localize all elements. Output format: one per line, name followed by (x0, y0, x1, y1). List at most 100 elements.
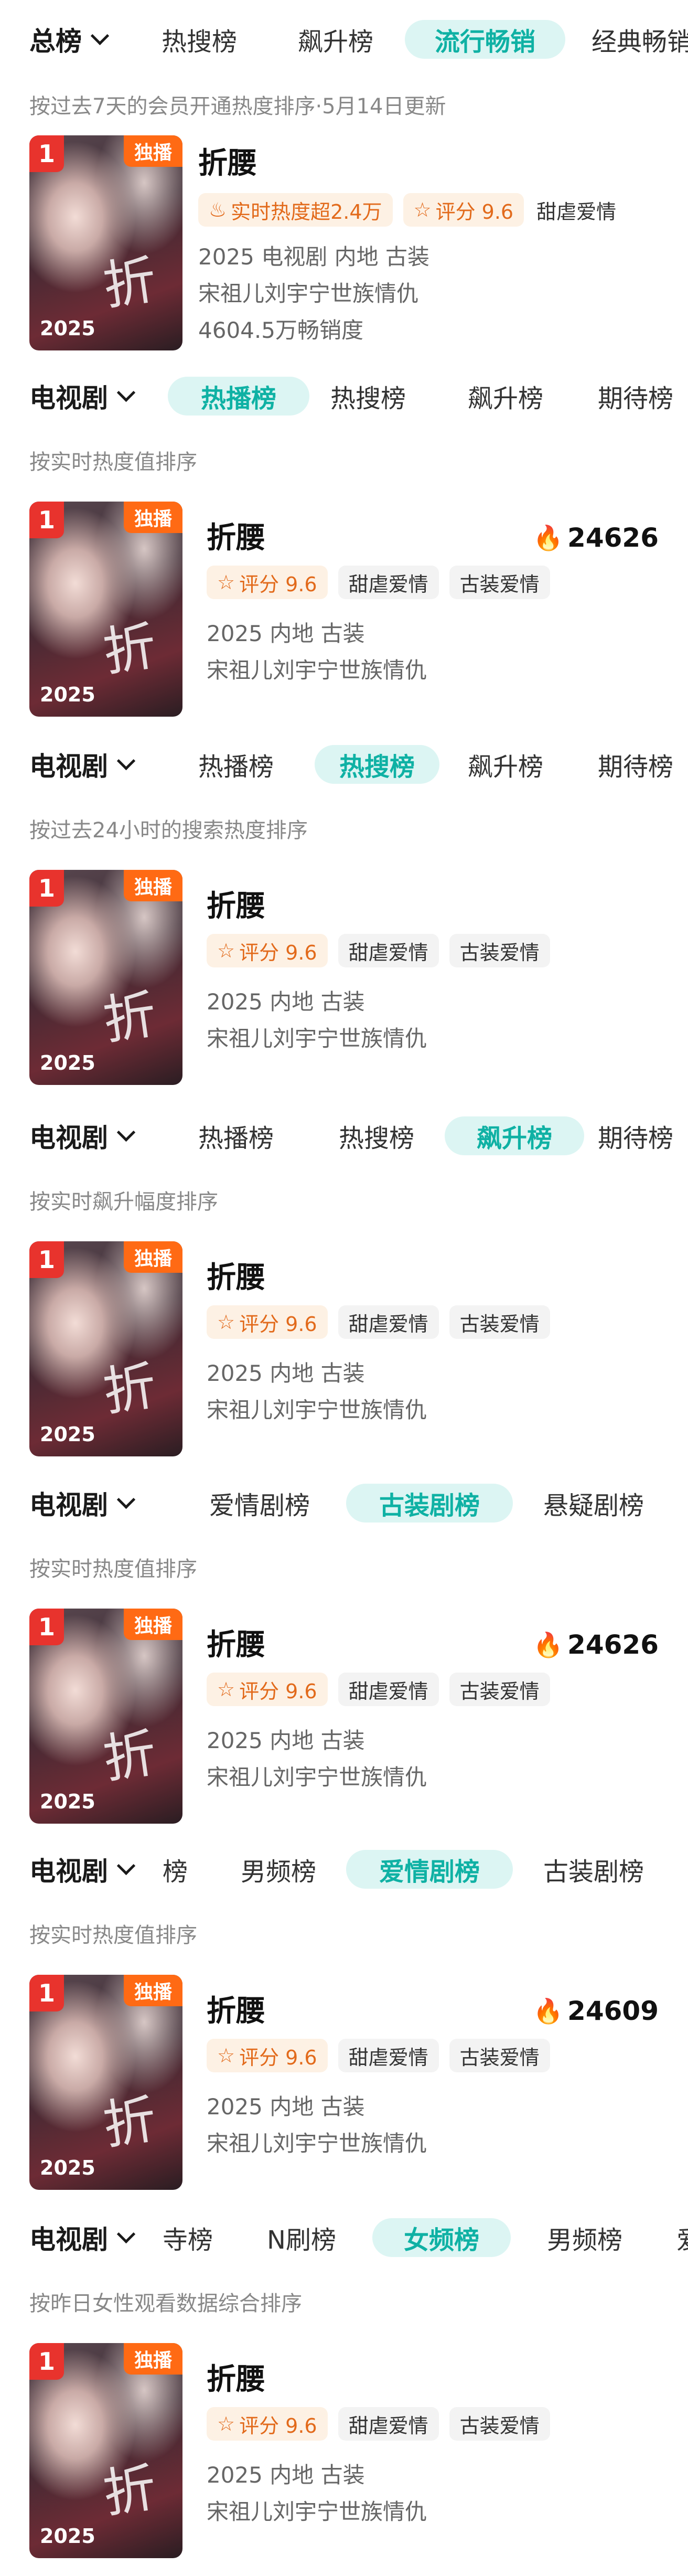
ranking-description: 按实时热度值排序 (29, 1557, 197, 1581)
category-dropdown[interactable]: 电视剧 (29, 1474, 142, 1532)
tab-rewatch[interactable]: N刷榜 (262, 2218, 341, 2257)
tab-suspense[interactable]: 悬疑剧榜 (531, 1484, 657, 1523)
genre-tag: 甜虐爱情 (338, 1673, 439, 1706)
tab-hot-search[interactable]: 热搜榜 (317, 377, 420, 416)
tab-popular-bestseller[interactable]: 流行畅销 (405, 20, 565, 59)
show-title[interactable]: 折腰 (207, 1254, 265, 1296)
show-title[interactable]: 折腰 (207, 514, 265, 557)
tag-text: 甜虐爱情 (348, 941, 428, 964)
category-dropdown[interactable]: 电视剧 (29, 367, 142, 425)
category-dropdown[interactable]: 电视剧 (29, 736, 142, 793)
tab-partial[interactable]: 榜 (163, 1850, 188, 1889)
ranking-card[interactable]: 折 1 独播 2025 折腰 ☆ 评分 9.6 甜虐爱情 古装爱情 2025 内地… (0, 870, 688, 1090)
tab-romance[interactable]: 爱情剧榜 (195, 1484, 324, 1523)
show-cast: 宋祖儿刘宇宁世族情仇 (207, 657, 427, 683)
tab-hot-play[interactable]: 热播榜 (168, 377, 309, 416)
poster-image[interactable]: 折 1 独播 2025 (29, 1975, 182, 2190)
category-dropdown[interactable]: 总榜 (29, 10, 116, 68)
tag-row: ☆ 评分 9.6 甜虐爱情 古装爱情 (207, 1673, 550, 1706)
tab-classic-bestseller[interactable]: 经典畅销 (592, 20, 688, 59)
tab-anticipated[interactable]: 期待榜 (598, 1116, 688, 1155)
poster-image[interactable]: 折 1 独播 2025 (29, 135, 182, 350)
poster-year: 2025 (40, 1423, 95, 1446)
poster-image[interactable]: 折 1 独播 2025 (29, 2343, 182, 2558)
ranking-card[interactable]: 折 1 独播 2025 折腰 ☆ 评分 9.6 甜虐爱情 古装爱情 2025 内地… (0, 1241, 688, 1462)
show-title[interactable]: 折腰 (207, 2356, 265, 2398)
tab-label: 热搜榜 (161, 27, 237, 57)
tab-partial[interactable]: 寺榜 (162, 2218, 214, 2257)
tag-row: ☆ 评分 9.6 甜虐爱情 古装爱情 (207, 934, 550, 967)
tab-costume[interactable]: 古装剧榜 (531, 1850, 657, 1889)
tab-costume[interactable]: 古装剧榜 (346, 1484, 513, 1523)
tab-partial[interactable]: 爱 (676, 2218, 688, 2257)
rating-tag: ☆ 评分 9.6 (403, 193, 524, 227)
poster-year: 2025 (40, 2525, 95, 2548)
poster-year: 2025 (40, 317, 95, 340)
show-title[interactable]: 折腰 (207, 1987, 265, 2030)
tab-hot-play[interactable]: 热播榜 (185, 745, 287, 784)
genre-tag: 甜虐爱情 (338, 566, 439, 599)
tab-rising[interactable]: 飙升榜 (454, 745, 557, 784)
ranking-card[interactable]: 折 1 独播 2025 折腰 🔥 24626 ☆ 评分 9.6 甜虐爱情 古装爱情 … (0, 1609, 688, 1829)
tab-hot-search[interactable]: 热搜榜 (325, 1116, 428, 1155)
tab-label: 飙升榜 (297, 27, 373, 57)
tab-hot-play[interactable]: 热播榜 (185, 1116, 287, 1155)
tab-male[interactable]: 男频榜 (221, 1850, 336, 1889)
poster-image[interactable]: 折 1 独播 2025 (29, 1241, 182, 1456)
tag-text: 古装爱情 (459, 1312, 540, 1336)
ranking-card[interactable]: 折 1 独播 2025 折腰 ☆ 评分 9.6 甜虐爱情 古装爱情 2025 内地… (0, 2343, 688, 2563)
category-label: 电视剧 (29, 2224, 108, 2255)
genre-tag: 甜虐爱情 (338, 2407, 439, 2441)
tab-anticipated[interactable]: 期待榜 (598, 745, 688, 784)
star-outline-icon: ☆ (217, 2412, 235, 2435)
category-label: 电视剧 (29, 1490, 108, 1520)
star-outline-icon: ☆ (217, 2044, 235, 2067)
ranking-description: 按昨日女性观看数据综合排序 (29, 2292, 302, 2316)
tab-label: 流行畅销 (434, 27, 535, 57)
show-title[interactable]: 折腰 (207, 882, 265, 925)
category-dropdown[interactable]: 电视剧 (29, 1840, 142, 1898)
tv-tab-bar: 寺榜 N刷榜 女频榜 男频榜 爱 电视剧 (0, 2209, 688, 2266)
tab-rising[interactable]: 飙升榜 (454, 377, 557, 416)
tab-romance[interactable]: 爱情剧榜 (346, 1850, 513, 1889)
ranking-card[interactable]: 折 1 独播 2025 折腰 ♨ 实时热度超2.4万 ☆ 评分 9.6 甜虐爱情 2… (0, 135, 688, 356)
chevron-down-icon (116, 383, 136, 402)
genre-tag: 古装爱情 (449, 1673, 550, 1706)
show-info: 2025 内地 古装 (207, 1728, 365, 1753)
show-title[interactable]: 折腰 (207, 1621, 265, 1664)
poster-image[interactable]: 折 1 独播 2025 (29, 502, 182, 717)
show-cast: 宋祖儿刘宇宁世族情仇 (198, 281, 419, 306)
tab-label: 热播榜 (200, 384, 276, 413)
ranking-card[interactable]: 折 1 独播 2025 折腰 🔥 24626 ☆ 评分 9.6 甜虐爱情 古装爱情 … (0, 502, 688, 722)
tab-label: 飙升榜 (476, 1124, 552, 1153)
category-dropdown[interactable]: 电视剧 (29, 1107, 142, 1165)
tag-text: 甜虐爱情 (348, 1312, 428, 1336)
tab-anticipated[interactable]: 期待榜 (598, 377, 688, 416)
category-dropdown[interactable]: 电视剧 (29, 2209, 142, 2266)
chevron-down-icon (116, 751, 136, 770)
chevron-down-icon (116, 1123, 136, 1142)
chevron-down-icon (116, 1490, 136, 1509)
show-cast: 宋祖儿刘宇宁世族情仇 (207, 1026, 427, 1051)
exclusive-badge: 独播 (124, 1609, 182, 1640)
poster-image[interactable]: 折 1 独播 2025 (29, 1609, 182, 1824)
ranking-card[interactable]: 折 1 独播 2025 折腰 🔥 24609 ☆ 评分 9.6 甜虐爱情 古装爱情 … (0, 1975, 688, 2195)
poster-year: 2025 (40, 2156, 95, 2179)
tab-hot-search[interactable]: 热搜榜 (152, 20, 246, 59)
category-label: 电视剧 (29, 1856, 108, 1887)
tag-text: 评分 9.6 (239, 1679, 317, 1703)
tab-rising[interactable]: 飙升榜 (445, 1116, 584, 1155)
show-title[interactable]: 折腰 (198, 140, 257, 182)
tab-rising[interactable]: 飙升榜 (288, 20, 383, 59)
tab-label: 期待榜 (598, 384, 674, 413)
tab-female[interactable]: 女频榜 (372, 2218, 511, 2257)
tab-male[interactable]: 男频榜 (530, 2218, 640, 2257)
poster-image[interactable]: 折 1 独播 2025 (29, 870, 182, 1085)
star-outline-icon: ☆ (217, 939, 235, 962)
tab-hot-search[interactable]: 热搜榜 (315, 745, 439, 784)
overall-tab-bar: 总榜 热搜榜 飙升榜 流行畅销 经典畅销 (0, 10, 688, 68)
poster-calligraphy: 折 (99, 983, 160, 1052)
tab-label: 飙升榜 (467, 384, 543, 413)
poster-calligraphy: 折 (99, 2088, 160, 2157)
genre-tag: 古装爱情 (449, 566, 550, 599)
